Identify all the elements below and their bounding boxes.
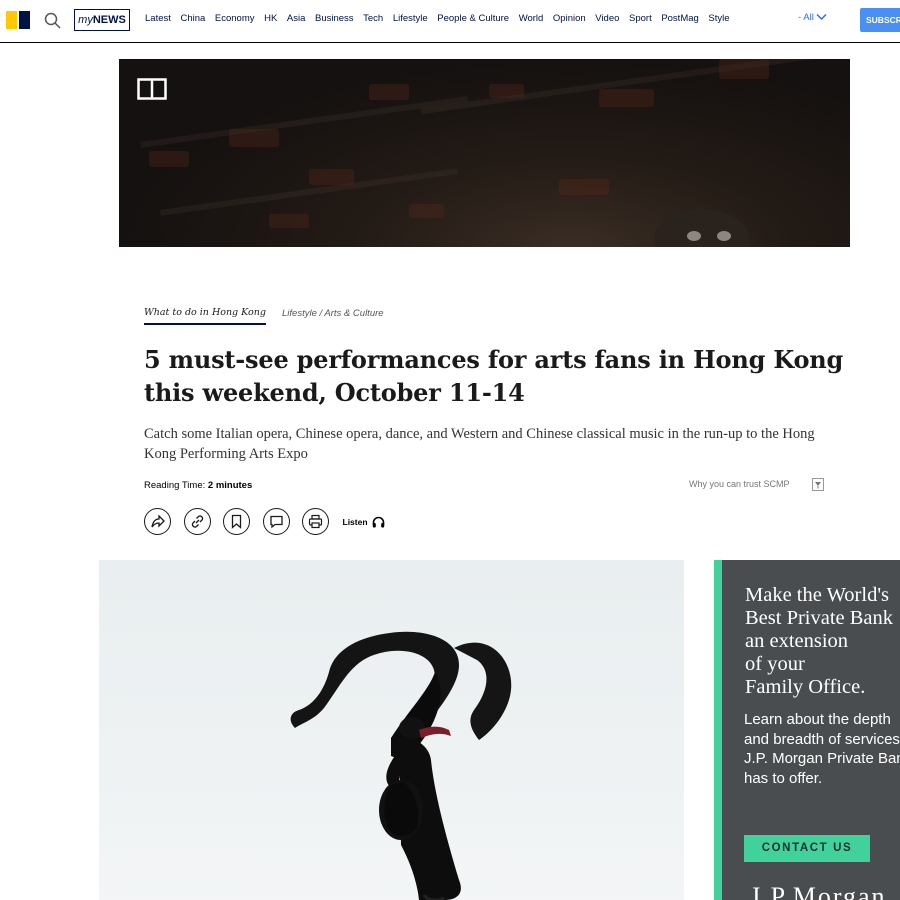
gallery-icon[interactable] — [137, 78, 167, 100]
article-summary: Catch some Italian opera, Chinese opera,… — [144, 426, 815, 462]
nav-link-economy[interactable]: Economy — [215, 13, 255, 24]
nav-link-business[interactable]: Business — [315, 13, 354, 24]
article-lead-image — [99, 560, 684, 900]
nav-link-postmag[interactable]: PostMag — [661, 13, 699, 24]
mynews-button[interactable]: myNEWS — [74, 9, 130, 31]
print-icon[interactable] — [302, 508, 329, 535]
share-icon[interactable] — [144, 508, 171, 535]
nav-link-opinion[interactable]: Opinion — [553, 13, 586, 24]
nav-link-latest[interactable]: Latest — [145, 13, 171, 24]
headphones-icon — [372, 516, 384, 527]
trust-link[interactable]: Why you can trust SCMP — [689, 479, 790, 489]
ad-brand-logo: J.P.Morgan — [750, 882, 887, 900]
scmp-logo-icon[interactable] — [6, 11, 30, 29]
ad-contact-us-button[interactable]: CONTACT US — [744, 835, 870, 862]
section-link[interactable]: What to do in Hong Kong — [144, 307, 266, 325]
link-icon[interactable] — [183, 508, 211, 535]
nav-link-world[interactable]: World — [519, 13, 544, 24]
ad-headline: Make the World's Best Private Bank an ex… — [745, 584, 894, 698]
reading-time: Reading Time: 2 minutes — [144, 480, 253, 491]
advertisement-jpmorgan[interactable]: Make the World's Best Private Bank an ex… — [714, 560, 900, 900]
topic-breadcrumb[interactable]: Lifestyle / Arts & Culture — [282, 308, 384, 319]
nav-link-asia[interactable]: Asia — [287, 13, 305, 24]
listen-button[interactable]: Listen — [343, 516, 385, 528]
hero-banner-image — [119, 59, 850, 247]
bookmark-icon[interactable] — [223, 508, 250, 535]
nav-all-label: - All — [798, 12, 814, 23]
section-links: Latest China Economy HK Asia Business Te… — [145, 13, 739, 24]
article-headline: 5 must-see performances for arts fans in… — [144, 345, 844, 407]
nav-all-dropdown[interactable]: - All — [798, 12, 828, 23]
search-icon[interactable] — [43, 11, 63, 31]
top-navigation: myNEWS Latest China Economy HK Asia Busi… — [0, 0, 900, 43]
nav-link-lifestyle[interactable]: Lifestyle — [393, 13, 428, 24]
nav-link-video[interactable]: Video — [595, 13, 619, 24]
nav-link-tech[interactable]: Tech — [363, 13, 383, 24]
nav-link-sport[interactable]: Sport — [629, 13, 652, 24]
chevron-down-icon — [816, 14, 828, 21]
listen-label: Listen — [342, 516, 368, 527]
nav-link-china[interactable]: China — [180, 13, 205, 24]
comment-icon[interactable] — [262, 508, 290, 535]
nav-link-style[interactable]: Style — [708, 13, 729, 24]
subscribe-button[interactable]: SUBSCRIBE — [860, 8, 900, 32]
nav-link-hk[interactable]: HK — [264, 13, 277, 24]
article-actions: Listen — [144, 508, 385, 535]
trust-info-icon[interactable] — [812, 478, 824, 491]
nav-link-people-culture[interactable]: People & Culture — [437, 13, 509, 24]
ad-body-text: Learn about the depth and breadth of ser… — [744, 711, 900, 787]
